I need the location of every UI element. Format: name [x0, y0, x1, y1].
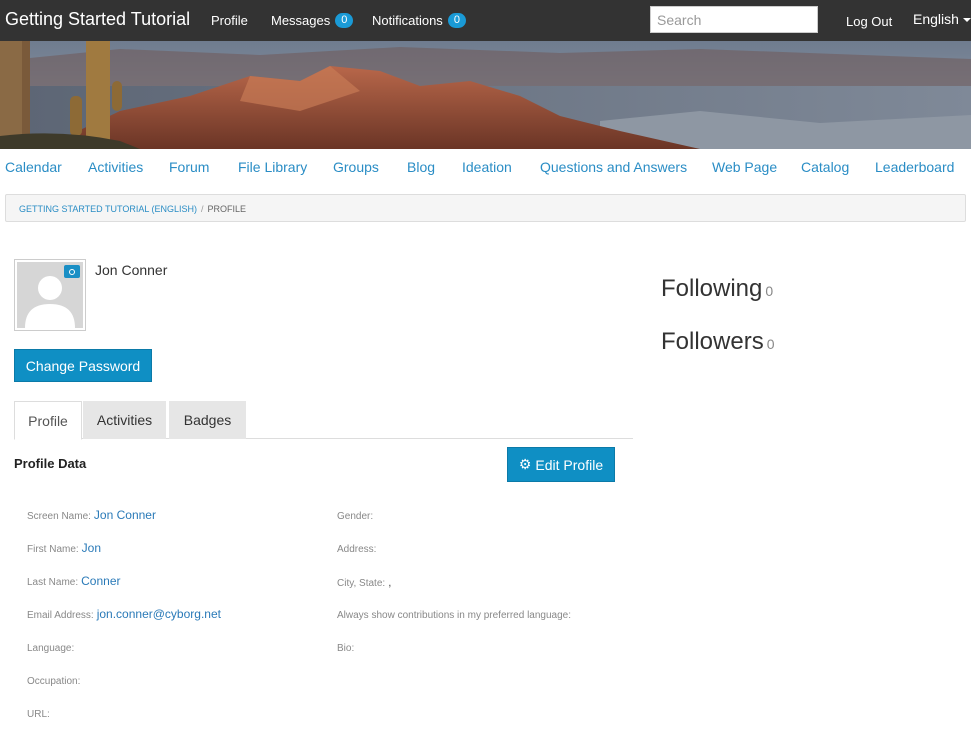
breadcrumb-current: Profile [207, 204, 247, 214]
following-count: 0 [765, 283, 774, 299]
field-occupation: Occupation: [27, 676, 80, 687]
change-password-button[interactable]: Change Password [14, 349, 152, 382]
messages-link-label: Messages [271, 13, 331, 28]
nav-calendar[interactable]: Calendar [5, 159, 62, 175]
nav-leaderboard[interactable]: Leaderboard [875, 159, 954, 175]
nav-file-library[interactable]: File Library [238, 159, 307, 175]
language-label: English [913, 11, 959, 27]
field-last-name: Last Name: Conner [27, 574, 121, 588]
city-state-label: City, State: [337, 578, 386, 589]
logout-link[interactable]: Log Out [846, 14, 892, 29]
following-label: Following [661, 275, 763, 302]
profile-tabs: Profile Activities Badges [14, 401, 633, 440]
last-name-label: Last Name: [27, 577, 79, 588]
nav-questions-and-answers[interactable]: Questions and Answers [540, 159, 687, 175]
field-gender: Gender: [337, 511, 373, 522]
notifications-link-label: Notifications [372, 13, 443, 28]
followers-stat[interactable]: Followers 0 [661, 328, 775, 356]
following-stat[interactable]: Following 0 [661, 275, 773, 303]
main-navigation: Calendar Activities Forum File Library G… [0, 149, 971, 189]
nav-web-page[interactable]: Web Page [712, 159, 777, 175]
tab-badges[interactable]: Badges [169, 401, 246, 439]
always-show-label: Always show contributions in my preferre… [337, 610, 572, 621]
followers-label: Followers [661, 328, 764, 355]
language-dropdown[interactable]: English [913, 11, 971, 27]
occupation-label: Occupation: [27, 676, 81, 687]
avatar[interactable] [14, 259, 86, 331]
field-url: URL: [27, 709, 50, 720]
tab-activities[interactable]: Activities [83, 401, 166, 439]
screen-name-value: Jon Conner [93, 508, 156, 522]
gender-label: Gender: [337, 511, 374, 522]
language-field-label: Language: [27, 643, 75, 654]
field-always-show-preferred-language: Always show contributions in my preferre… [337, 610, 571, 621]
user-display-name: Jon Conner [95, 262, 168, 278]
url-label: URL: [27, 709, 50, 720]
edit-profile-button[interactable]: ⚙ Edit Profile [507, 447, 615, 482]
nav-groups[interactable]: Groups [333, 159, 379, 175]
screen-name-label: Screen Name: [27, 511, 91, 522]
city-state-value: , [388, 575, 392, 589]
field-language: Language: [27, 643, 74, 654]
field-email: Email Address: jon.conner@cyborg.net [27, 607, 221, 621]
gear-icon: ⚙ [518, 456, 532, 472]
site-title[interactable]: Getting Started Tutorial [5, 9, 190, 30]
notifications-count-badge: 0 [447, 13, 466, 28]
desert-mountain-landscape [0, 41, 971, 149]
breadcrumb-root-link[interactable]: Getting Started Tutorial (English) [19, 204, 197, 214]
last-name-value: Conner [81, 574, 121, 588]
field-address: Address: [337, 544, 376, 555]
top-navbar: Getting Started Tutorial Profile Message… [0, 0, 971, 41]
followers-count: 0 [766, 336, 775, 352]
topnav-profile-link[interactable]: Profile [211, 13, 248, 28]
nav-activities[interactable]: Activities [88, 159, 143, 175]
email-label: Email Address: [27, 610, 94, 621]
field-bio: Bio: [337, 643, 354, 654]
nav-blog[interactable]: Blog [407, 159, 435, 175]
nav-catalog[interactable]: Catalog [801, 159, 849, 175]
search-input[interactable] [650, 6, 818, 33]
field-city-state: City, State:, [337, 575, 392, 589]
email-value[interactable]: jon.conner@cyborg.net [97, 607, 221, 621]
edit-profile-label: Edit Profile [535, 456, 604, 473]
nav-ideation[interactable]: Ideation [462, 159, 512, 175]
bio-label: Bio: [337, 643, 355, 654]
tab-profile[interactable]: Profile [14, 401, 82, 440]
breadcrumb-separator: / [201, 204, 204, 214]
profile-link-label: Profile [211, 13, 248, 28]
field-first-name: First Name: Jon [27, 541, 101, 555]
messages-count-badge: 0 [335, 13, 354, 28]
camera-icon[interactable] [64, 265, 80, 278]
first-name-label: First Name: [27, 544, 79, 555]
topnav-notifications-link[interactable]: Notifications 0 [372, 13, 466, 28]
topnav-messages-link[interactable]: Messages 0 [271, 13, 354, 28]
default-user-icon [17, 262, 83, 328]
caret-down-icon [962, 18, 971, 23]
profile-data-title: Profile Data [14, 456, 87, 471]
first-name-value: Jon [81, 541, 102, 555]
breadcrumb: Getting Started Tutorial (English) / Profi… [5, 194, 966, 222]
header-banner-image [0, 41, 971, 149]
field-screen-name: Screen Name: Jon Conner [27, 508, 156, 522]
address-label: Address: [337, 544, 377, 555]
nav-forum[interactable]: Forum [169, 159, 209, 175]
